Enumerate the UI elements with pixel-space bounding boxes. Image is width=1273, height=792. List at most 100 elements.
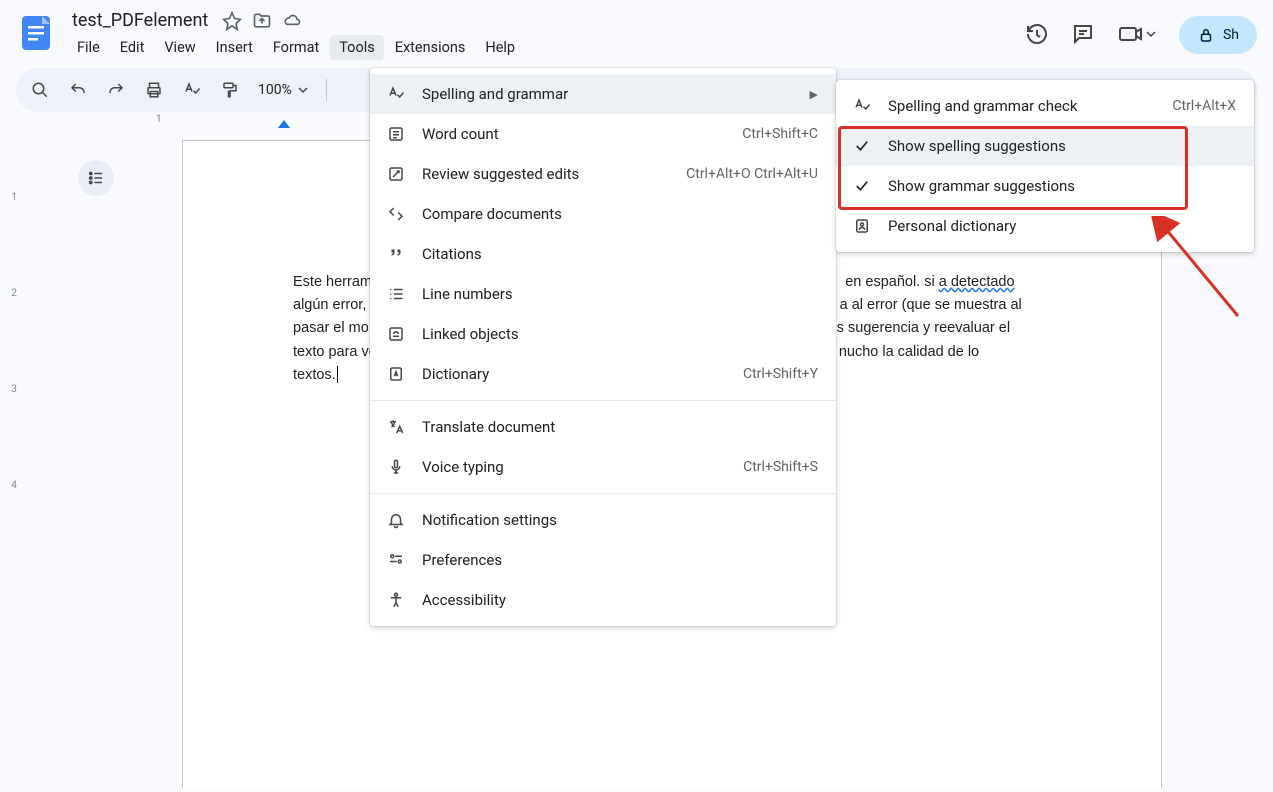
history-icon[interactable] — [1025, 22, 1049, 46]
app-header: test_PDFelement File Edit View Insert Fo… — [0, 0, 1273, 68]
menu-format[interactable]: Format — [264, 35, 328, 60]
word-count-icon — [386, 124, 406, 144]
undo-icon[interactable] — [68, 80, 88, 100]
check-icon — [852, 176, 872, 196]
menu-linked-objects[interactable]: Linked objects — [370, 314, 836, 354]
submenu-show-spelling-suggestions[interactable]: Show spelling suggestions — [836, 126, 1254, 166]
menu-item-label: Word count — [422, 125, 726, 143]
menu-dictionary[interactable]: Dictionary Ctrl+Shift+Y — [370, 354, 836, 394]
menu-item-label: Dictionary — [422, 365, 727, 383]
meet-icon[interactable] — [1117, 22, 1157, 46]
compare-icon — [386, 204, 406, 224]
menu-item-label: Citations — [422, 245, 818, 263]
submenu-personal-dictionary[interactable]: Personal dictionary — [836, 206, 1254, 246]
translate-icon — [386, 417, 406, 437]
menu-shortcut: Ctrl+Alt+X — [1172, 98, 1236, 114]
list-icon — [87, 169, 105, 187]
menu-item-label: Spelling and grammar check — [888, 97, 1156, 115]
menu-view[interactable]: View — [155, 35, 204, 60]
star-icon[interactable] — [222, 11, 242, 31]
personal-dictionary-icon — [852, 216, 872, 236]
menu-shortcut: Ctrl+Shift+S — [743, 459, 818, 475]
bell-icon — [386, 510, 406, 530]
menu-shortcut: Ctrl+Alt+O Ctrl+Alt+U — [686, 166, 818, 182]
share-button-label: Sh — [1223, 27, 1239, 43]
zoom-value: 100% — [258, 82, 292, 98]
menu-notification-settings[interactable]: Notification settings — [370, 500, 836, 540]
menu-edit[interactable]: Edit — [111, 35, 154, 60]
paint-format-icon[interactable] — [220, 80, 240, 100]
menu-item-label: Line numbers — [422, 285, 818, 303]
menu-item-label: Translate document — [422, 418, 818, 436]
comments-icon[interactable] — [1071, 22, 1095, 46]
submenu-show-grammar-suggestions[interactable]: Show grammar suggestions — [836, 166, 1254, 206]
hruler-tick: 1 — [156, 114, 162, 125]
accessibility-icon — [386, 590, 406, 610]
menu-preferences[interactable]: Preferences — [370, 540, 836, 580]
menu-item-label: Accessibility — [422, 591, 818, 609]
menu-tools[interactable]: Tools — [330, 35, 384, 60]
indent-marker-icon[interactable] — [278, 120, 290, 128]
toolbar-separator — [326, 79, 327, 101]
check-icon — [852, 136, 872, 156]
document-title[interactable]: test_PDFelement — [68, 8, 212, 33]
cloud-status-icon[interactable] — [282, 11, 302, 31]
menu-item-label: Show spelling suggestions — [888, 137, 1236, 155]
menu-translate-document[interactable]: Translate document — [370, 407, 836, 447]
line-numbers-icon — [386, 284, 406, 304]
vruler-tick: 3 — [8, 384, 20, 395]
menu-compare-documents[interactable]: Compare documents — [370, 194, 836, 234]
vruler-tick: 2 — [8, 288, 20, 299]
share-button[interactable]: Sh — [1179, 16, 1257, 54]
menu-word-count[interactable]: Word count Ctrl+Shift+C — [370, 114, 836, 154]
menu-accessibility[interactable]: Accessibility — [370, 580, 836, 620]
spelling-grammar-submenu: Spelling and grammar check Ctrl+Alt+X Sh… — [836, 80, 1254, 252]
menu-help[interactable]: Help — [476, 35, 524, 60]
menu-item-label: Spelling and grammar — [422, 85, 794, 103]
text-cursor — [337, 366, 338, 383]
menu-file[interactable]: File — [68, 35, 109, 60]
submenu-spelling-grammar-check[interactable]: Spelling and grammar check Ctrl+Alt+X — [836, 86, 1254, 126]
menu-item-label: Review suggested edits — [422, 165, 670, 183]
menu-review-suggested-edits[interactable]: Review suggested edits Ctrl+Alt+O Ctrl+A… — [370, 154, 836, 194]
chevron-down-icon — [298, 85, 308, 95]
menu-item-label: Show grammar suggestions — [888, 177, 1236, 195]
menu-extensions[interactable]: Extensions — [386, 35, 475, 60]
vruler-tick: 4 — [8, 480, 20, 491]
menu-item-label: Linked objects — [422, 325, 818, 343]
print-icon[interactable] — [144, 80, 164, 100]
menu-separator — [370, 493, 836, 494]
menu-item-label: Notification settings — [422, 511, 818, 529]
redo-icon[interactable] — [106, 80, 126, 100]
menu-voice-typing[interactable]: Voice typing Ctrl+Shift+S — [370, 447, 836, 487]
docs-logo-icon[interactable] — [16, 12, 56, 52]
dictionary-icon — [386, 364, 406, 384]
lock-icon — [1197, 26, 1215, 44]
menu-item-label: Compare documents — [422, 205, 818, 223]
menu-citations[interactable]: Citations — [370, 234, 836, 274]
title-area: test_PDFelement File Edit View Insert Fo… — [68, 8, 1013, 60]
preferences-icon — [386, 550, 406, 570]
spellcheck-icon — [386, 84, 406, 104]
menu-item-label: Personal dictionary — [888, 217, 1236, 235]
review-icon — [386, 164, 406, 184]
linked-objects-icon — [386, 324, 406, 344]
menu-insert[interactable]: Insert — [207, 35, 262, 60]
menu-bar: File Edit View Insert Format Tools Exten… — [68, 35, 1013, 60]
menu-shortcut: Ctrl+Shift+Y — [743, 366, 818, 382]
menu-line-numbers[interactable]: Line numbers — [370, 274, 836, 314]
spellcheck-icon[interactable] — [182, 80, 202, 100]
search-icon[interactable] — [30, 80, 50, 100]
chevron-right-icon: ▶ — [810, 88, 818, 101]
tools-dropdown: Spelling and grammar ▶ Word count Ctrl+S… — [370, 68, 836, 626]
outline-toggle-button[interactable] — [78, 160, 114, 196]
menu-shortcut: Ctrl+Shift+C — [742, 126, 818, 142]
menu-item-label: Preferences — [422, 551, 818, 569]
vruler-tick: 1 — [8, 192, 20, 203]
menu-spelling-grammar[interactable]: Spelling and grammar ▶ — [370, 74, 836, 114]
zoom-selector[interactable]: 100% — [258, 82, 308, 98]
vertical-ruler: 1 2 3 4 — [0, 112, 28, 788]
menu-item-label: Voice typing — [422, 458, 727, 476]
move-folder-icon[interactable] — [252, 11, 272, 31]
voice-icon — [386, 457, 406, 477]
